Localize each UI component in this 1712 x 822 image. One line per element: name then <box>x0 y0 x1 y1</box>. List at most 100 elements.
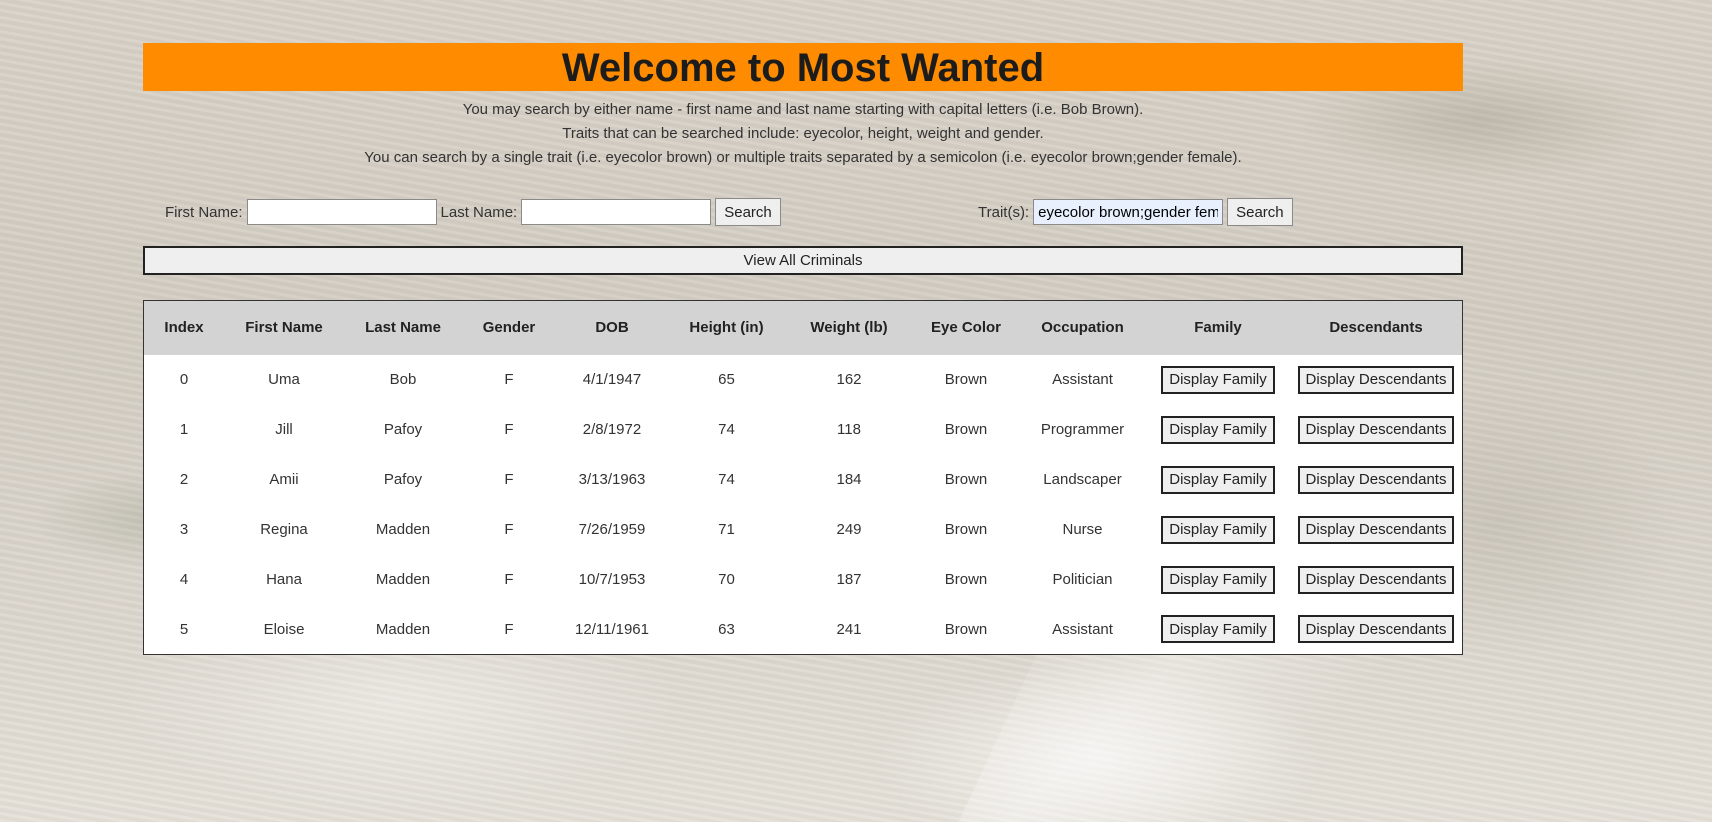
display-descendants-button[interactable]: Display Descendants <box>1297 465 1455 494</box>
column-header-eye-color: Eye Color <box>930 319 1002 337</box>
cell-last-name: Bob <box>389 371 417 388</box>
table-row: 2 Amii Pafoy F 3/13/1963 74 184 Brown Landscaper… <box>144 455 1463 505</box>
cell-height: 71 <box>718 521 735 538</box>
display-family-button[interactable]: Display Family <box>1161 565 1275 594</box>
cell-family: Display Family <box>1146 355 1290 405</box>
column-header-index: Index <box>164 319 204 337</box>
cell-family: Display Family <box>1146 555 1290 605</box>
instruction-line: You may search by either name - first na… <box>462 101 1144 118</box>
cell-family: Display Family <box>1146 455 1290 505</box>
instruction-line: You can search by a single trait (i.e. e… <box>364 149 1242 166</box>
cell-eye-color: Brown <box>944 571 988 588</box>
table-header-row: Index First Name Last Name Gender DOB He… <box>143 300 1463 355</box>
cell-height: 70 <box>718 571 735 588</box>
name-search-form: First Name: Last Name: Search <box>165 198 781 226</box>
column-header-height: Height (in) <box>689 319 764 337</box>
cell-index: 5 <box>179 620 189 638</box>
cell-weight: 187 <box>836 571 862 588</box>
cell-descendants: Display Descendants <box>1290 355 1463 405</box>
cell-eye-color: Brown <box>944 471 988 488</box>
cell-descendants: Display Descendants <box>1290 555 1463 605</box>
display-descendants-button[interactable]: Display Descendants <box>1297 615 1455 644</box>
main-container: Welcome to Most Wanted You may search by… <box>143 43 1463 655</box>
cell-eye-color: Brown <box>944 421 988 438</box>
display-descendants-button[interactable]: Display Descendants <box>1297 515 1455 544</box>
column-header-occupation: Occupation <box>1041 319 1124 337</box>
cell-index: 1 <box>179 421 189 438</box>
display-family-button[interactable]: Display Family <box>1161 365 1275 394</box>
cell-family: Display Family <box>1146 605 1290 655</box>
display-descendants-button[interactable]: Display Descendants <box>1297 415 1455 444</box>
last-name-label: Last Name: <box>440 203 518 221</box>
cell-dob: 7/26/1959 <box>578 521 646 538</box>
last-name-input[interactable] <box>521 199 712 225</box>
instructions: You may search by either name - first na… <box>143 98 1463 170</box>
column-header-gender: Gender <box>482 319 536 337</box>
table-body: 0 Uma Bob F 4/1/1947 65 162 Brown Assistant Displ… <box>144 355 1463 655</box>
display-descendants-button[interactable]: Display Descendants <box>1297 365 1455 394</box>
display-descendants-button[interactable]: Display Descendants <box>1297 565 1455 594</box>
table-row: 5 Eloise Madden F 12/11/1961 63 241 Brown Assist… <box>144 605 1463 655</box>
cell-family: Display Family <box>1146 405 1290 455</box>
trait-search-button[interactable]: Search <box>1227 198 1293 226</box>
cell-dob: 10/7/1953 <box>578 571 646 588</box>
cell-gender: F <box>504 471 514 488</box>
cell-height: 63 <box>718 620 735 638</box>
cell-height: 74 <box>718 471 735 488</box>
view-all-criminals-button[interactable]: View All Criminals <box>143 246 1463 275</box>
cell-last-name: Pafoy <box>383 421 423 438</box>
page-title: Welcome to Most Wanted <box>143 43 1463 91</box>
cell-height: 65 <box>718 371 735 388</box>
traits-label: Trait(s): <box>978 203 1030 221</box>
display-family-button[interactable]: Display Family <box>1161 415 1275 444</box>
cell-occupation: Nurse <box>1062 521 1103 538</box>
search-row: First Name: Last Name: Search Trait(s): … <box>143 198 1463 238</box>
cell-gender: F <box>504 620 514 638</box>
display-family-button[interactable]: Display Family <box>1161 615 1275 644</box>
cell-first-name: Jill <box>275 421 293 438</box>
traits-input[interactable] <box>1033 199 1224 225</box>
cell-last-name: Madden <box>375 521 431 538</box>
column-header-weight: Weight (lb) <box>810 319 888 337</box>
cell-index: 2 <box>179 471 189 488</box>
cell-first-name: Eloise <box>263 620 305 638</box>
cell-eye-color: Brown <box>944 371 988 388</box>
cell-first-name: Hana <box>266 571 302 588</box>
cell-occupation: Assistant <box>1052 371 1113 388</box>
cell-last-name: Pafoy <box>383 471 423 488</box>
cell-index: 3 <box>179 521 189 538</box>
cell-dob: 3/13/1963 <box>578 471 646 488</box>
table-row: 1 Jill Pafoy F 2/8/1972 74 118 Brown Programmer D… <box>144 405 1463 455</box>
first-name-label: First Name: <box>165 203 243 221</box>
cell-descendants: Display Descendants <box>1290 605 1463 655</box>
column-header-dob: DOB <box>595 319 629 337</box>
cell-eye-color: Brown <box>944 521 988 538</box>
display-family-button[interactable]: Display Family <box>1161 515 1275 544</box>
cell-weight: 118 <box>837 421 861 438</box>
column-header-first-name: First Name <box>245 319 323 337</box>
cell-index: 0 <box>179 371 189 388</box>
cell-weight: 249 <box>836 521 862 538</box>
instruction-line: Traits that can be searched include: eye… <box>562 125 1044 142</box>
criminals-table: Index First Name Last Name Gender DOB He… <box>143 300 1463 655</box>
cell-eye-color: Brown <box>944 620 988 638</box>
first-name-input[interactable] <box>246 199 437 225</box>
trait-search-form: Trait(s): Search <box>978 198 1293 226</box>
column-header-family: Family <box>1194 319 1242 337</box>
cell-descendants: Display Descendants <box>1290 505 1463 555</box>
cell-family: Display Family <box>1146 505 1290 555</box>
column-header-descendants: Descendants <box>1329 319 1423 337</box>
cell-weight: 162 <box>836 371 862 388</box>
cell-gender: F <box>504 521 514 538</box>
table-row: 4 Hana Madden F 10/7/1953 70 187 Brown Politicia… <box>144 555 1463 605</box>
cell-weight: 241 <box>836 620 862 638</box>
display-family-button[interactable]: Display Family <box>1161 465 1275 494</box>
name-search-button[interactable]: Search <box>715 198 781 226</box>
cell-descendants: Display Descendants <box>1290 455 1463 505</box>
cell-gender: F <box>504 371 514 388</box>
cell-weight: 184 <box>836 471 862 488</box>
table-header: Index First Name Last Name Gender DOB He… <box>143 300 1463 355</box>
cell-occupation: Landscaper <box>1043 471 1122 488</box>
cell-last-name: Madden <box>375 571 431 588</box>
table-row: 3 Regina Madden F 7/26/1959 71 249 Brown Nurse Di… <box>144 505 1463 555</box>
